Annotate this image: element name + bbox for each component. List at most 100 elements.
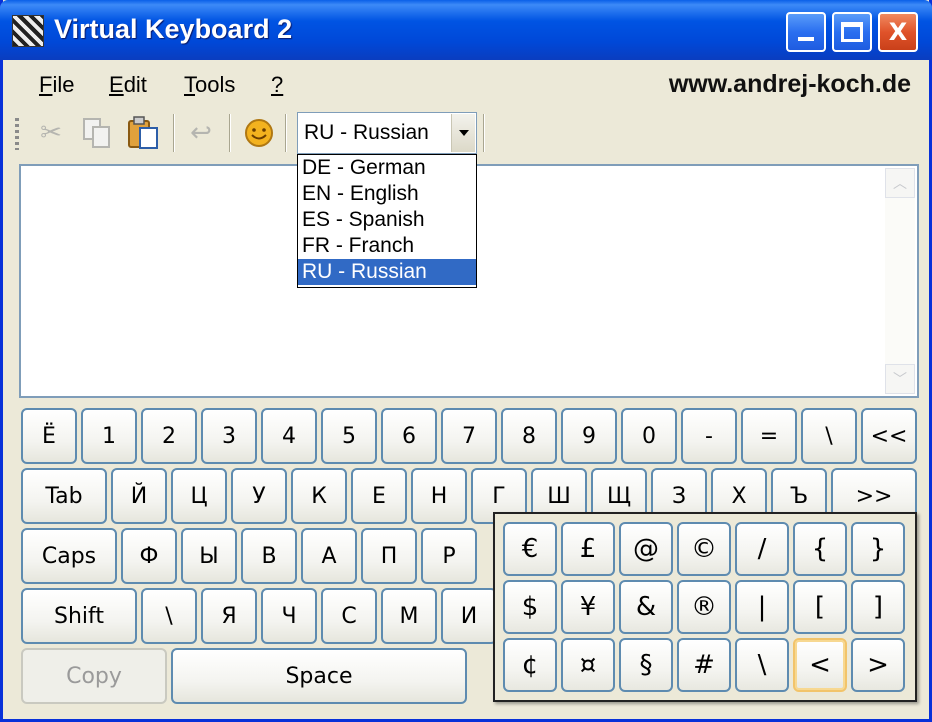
key-3[interactable]: 3 — [201, 408, 257, 464]
smiley-button[interactable] — [241, 114, 277, 152]
language-option-ru[interactable]: RU - Russian — [298, 259, 476, 285]
symbol-pound[interactable]: £ — [561, 522, 615, 576]
key-en[interactable]: Н — [411, 468, 467, 524]
menu-edit[interactable]: Edit — [109, 72, 147, 98]
copy-icon — [83, 118, 110, 148]
symbol-ampersand[interactable]: & — [619, 580, 673, 634]
key-9[interactable]: 9 — [561, 408, 617, 464]
app-window: Virtual Keyboard 2 X File Edit Tools ? w… — [0, 0, 932, 722]
key-ka[interactable]: К — [291, 468, 347, 524]
toolbar: ✂ ↩ RU - Russian — [3, 110, 929, 158]
language-option-es[interactable]: ES - Spanish — [298, 207, 476, 233]
smiley-icon — [245, 119, 273, 147]
key-4[interactable]: 4 — [261, 408, 317, 464]
menu-tools[interactable]: Tools — [184, 72, 235, 98]
symbol-dollar[interactable]: $ — [503, 580, 557, 634]
key-es[interactable]: С — [321, 588, 377, 644]
maximize-button[interactable] — [832, 12, 872, 52]
key-yo[interactable]: Ё — [21, 408, 77, 464]
language-dropdown-button[interactable] — [451, 114, 475, 152]
key-i[interactable]: И — [441, 588, 497, 644]
key-backslash-2[interactable]: \ — [141, 588, 197, 644]
key-0[interactable]: 0 — [621, 408, 677, 464]
scroll-down-button[interactable]: ﹀ — [885, 364, 915, 394]
toolbar-separator — [173, 114, 175, 152]
symbol-yen[interactable]: ¥ — [561, 580, 615, 634]
symbol-registered[interactable]: ® — [677, 580, 731, 634]
symbol-at[interactable]: @ — [619, 522, 673, 576]
key-shift[interactable]: Shift — [21, 588, 137, 644]
key-short-i[interactable]: Й — [111, 468, 167, 524]
toolbar-separator — [483, 114, 485, 152]
key-backslash[interactable]: \ — [801, 408, 857, 464]
cut-button[interactable]: ✂ — [33, 114, 69, 152]
symbol-hash[interactable]: # — [677, 638, 731, 692]
key-backspace[interactable]: << — [861, 408, 917, 464]
language-option-de[interactable]: DE - German — [298, 155, 476, 181]
symbol-euro[interactable]: € — [503, 522, 557, 576]
symbol-bracket-open[interactable]: [ — [793, 580, 847, 634]
key-2[interactable]: 2 — [141, 408, 197, 464]
symbol-less-than[interactable]: < — [793, 638, 847, 692]
scroll-up-button[interactable]: ︿ — [885, 168, 915, 198]
symbol-currency[interactable]: ¤ — [561, 638, 615, 692]
minimize-icon — [798, 37, 814, 41]
language-option-en[interactable]: EN - English — [298, 181, 476, 207]
key-ve[interactable]: В — [241, 528, 297, 584]
key-ef[interactable]: Ф — [121, 528, 177, 584]
key-caps[interactable]: Caps — [21, 528, 117, 584]
copy-button[interactable]: Copy — [21, 648, 167, 704]
undo-icon: ↩ — [190, 118, 212, 148]
window-title: Virtual Keyboard 2 — [54, 14, 293, 44]
key-tab[interactable]: Tab — [21, 468, 107, 524]
menu-file[interactable]: File — [39, 72, 74, 98]
symbol-brace-open[interactable]: { — [793, 522, 847, 576]
title-bar[interactable]: Virtual Keyboard 2 X — [0, 0, 932, 60]
key-yery[interactable]: Ы — [181, 528, 237, 584]
website-link[interactable]: www.andrej-koch.de — [669, 70, 911, 99]
key-u[interactable]: У — [231, 468, 287, 524]
key-ya[interactable]: Я — [201, 588, 257, 644]
language-dropdown-list: DE - German EN - English ES - Spanish FR… — [297, 154, 477, 288]
key-pe[interactable]: П — [361, 528, 417, 584]
key-7[interactable]: 7 — [441, 408, 497, 464]
key-tse[interactable]: Ц — [171, 468, 227, 524]
key-6[interactable]: 6 — [381, 408, 437, 464]
language-select[interactable]: RU - Russian — [297, 112, 477, 154]
key-che[interactable]: Ч — [261, 588, 317, 644]
paste-icon — [128, 116, 158, 149]
vertical-scrollbar[interactable]: ︿ ﹀ — [885, 168, 915, 394]
key-8[interactable]: 8 — [501, 408, 557, 464]
key-1[interactable]: 1 — [81, 408, 137, 464]
key-em[interactable]: М — [381, 588, 437, 644]
language-option-fr[interactable]: FR - Franch — [298, 233, 476, 259]
key-space[interactable]: Space — [171, 648, 467, 704]
key-minus[interactable]: - — [681, 408, 737, 464]
toolbar-separator — [285, 114, 287, 152]
symbol-cent[interactable]: ¢ — [503, 638, 557, 692]
undo-button[interactable]: ↩ — [183, 114, 219, 152]
menu-file-label: ile — [52, 72, 75, 97]
keyboard-app-icon[interactable] — [12, 15, 44, 47]
symbol-brace-close[interactable]: } — [851, 522, 905, 576]
menu-file-mnemonic: F — [39, 72, 53, 97]
minimize-button[interactable] — [786, 12, 826, 52]
paste-button[interactable] — [125, 114, 161, 152]
toolbar-grip[interactable] — [15, 118, 19, 150]
menu-edit-mnemonic: E — [109, 72, 124, 97]
key-ye[interactable]: Е — [351, 468, 407, 524]
symbol-pipe[interactable]: | — [735, 580, 789, 634]
copy-button[interactable] — [79, 114, 115, 152]
symbol-greater-than[interactable]: > — [851, 638, 905, 692]
key-a[interactable]: А — [301, 528, 357, 584]
key-5[interactable]: 5 — [321, 408, 377, 464]
close-button[interactable]: X — [878, 12, 918, 52]
key-er[interactable]: Р — [421, 528, 477, 584]
symbol-bracket-close[interactable]: ] — [851, 580, 905, 634]
symbol-backslash[interactable]: \ — [735, 638, 789, 692]
symbol-section[interactable]: § — [619, 638, 673, 692]
symbol-copyright[interactable]: © — [677, 522, 731, 576]
key-equals[interactable]: = — [741, 408, 797, 464]
symbol-slash[interactable]: / — [735, 522, 789, 576]
menu-help[interactable]: ? — [271, 72, 283, 98]
